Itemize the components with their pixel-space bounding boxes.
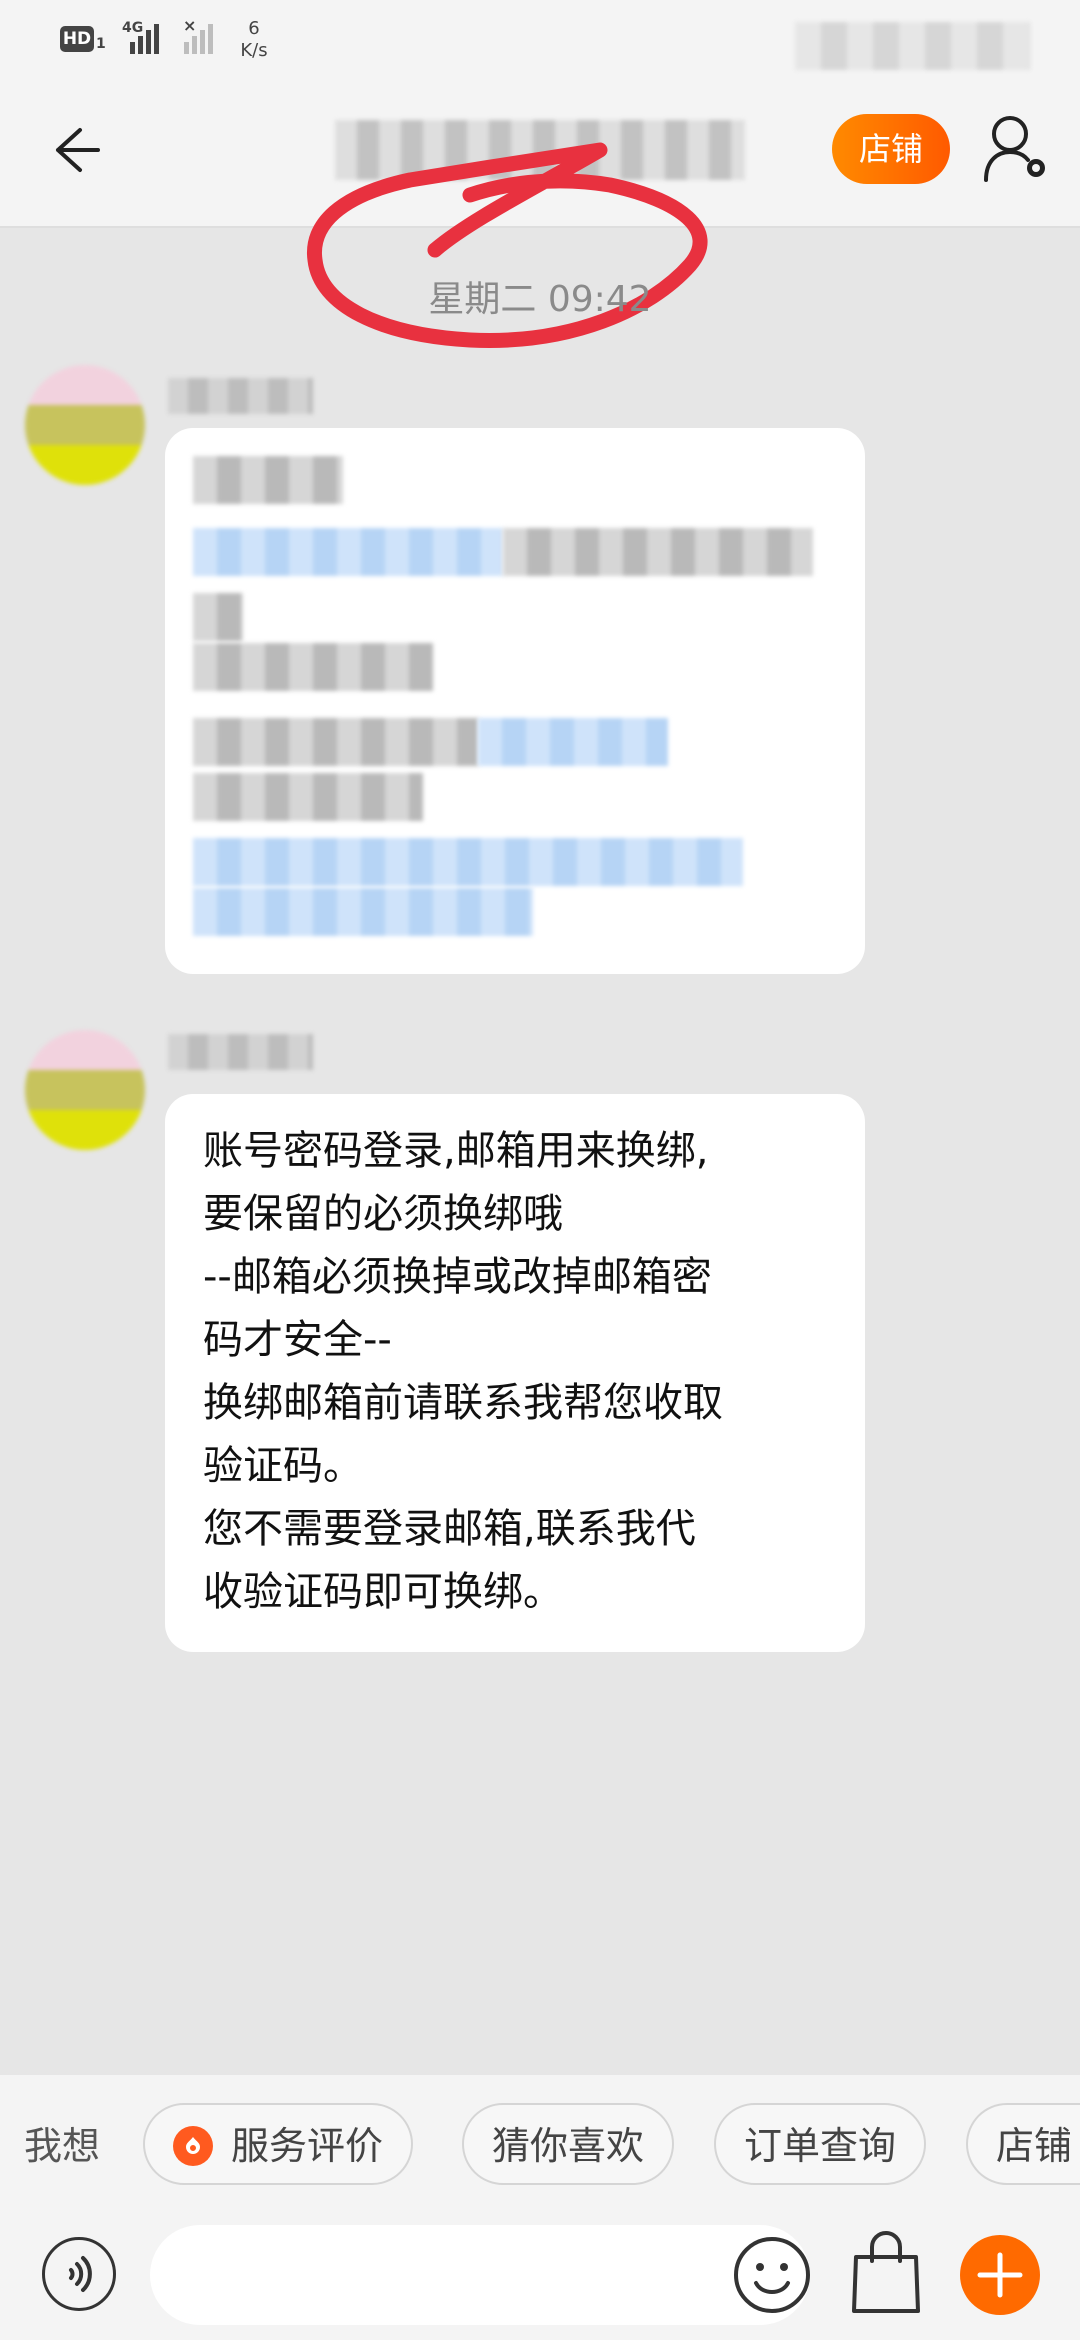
message-timestamp: 星期二 09:42 bbox=[428, 279, 652, 320]
blurred-link-line bbox=[478, 718, 668, 766]
signal-bars-icon bbox=[130, 22, 159, 54]
store-button[interactable]: 店铺 bbox=[832, 114, 950, 184]
network-speed: 6 K/s bbox=[236, 18, 272, 62]
chat-title-blurred bbox=[335, 120, 745, 180]
chip-label: 店铺 bbox=[996, 2124, 1073, 2168]
emoji-icon bbox=[734, 2237, 810, 2313]
blurred-text-line bbox=[193, 773, 423, 821]
blurred-text-line bbox=[193, 593, 243, 641]
chip-service-rating[interactable]: 服务评价 bbox=[143, 2103, 414, 2185]
more-actions-button[interactable] bbox=[960, 2235, 1040, 2315]
sender-name-blurred bbox=[168, 1034, 313, 1070]
status-bar: HD 1 4G × 6 K/s bbox=[0, 0, 1080, 90]
blurred-text-line bbox=[503, 528, 813, 576]
blurred-link-line bbox=[193, 838, 743, 886]
quick-action-bar: 我想 服务评价 猜你喜欢 订单查询 店铺 bbox=[0, 2075, 1080, 2215]
voice-icon bbox=[69, 2256, 92, 2292]
chip-label: 猜你喜欢 bbox=[492, 2124, 645, 2168]
user-settings-button[interactable] bbox=[980, 110, 1050, 184]
message-text: 账号密码登录,邮箱用来换绑, 要保留的必须换绑哦 --邮箱必须换掉或改掉邮箱密 … bbox=[203, 1128, 723, 1615]
message-input[interactable] bbox=[150, 2225, 810, 2325]
signal-bars-2-icon bbox=[184, 22, 213, 54]
blurred-text-line bbox=[193, 456, 343, 504]
chip-label: 服务评价 bbox=[231, 2124, 384, 2168]
input-bar bbox=[0, 2215, 1080, 2340]
voice-button[interactable] bbox=[42, 2237, 116, 2311]
speed-value: 6 bbox=[248, 18, 260, 39]
blurred-link-line bbox=[193, 888, 533, 936]
message-bubble[interactable]: 账号密码登录,邮箱用来换绑, 要保留的必须换绑哦 --邮箱必须换掉或改掉邮箱密 … bbox=[165, 1094, 865, 1652]
back-arrow-icon bbox=[56, 128, 100, 172]
shopping-bag-icon bbox=[852, 2231, 920, 2313]
chip-order-query[interactable]: 订单查询 bbox=[714, 2103, 927, 2185]
sender-name-blurred bbox=[168, 378, 313, 414]
speed-unit: K/s bbox=[240, 40, 268, 61]
message-bubble-blurred[interactable] bbox=[165, 428, 865, 974]
chip-guess-you-like[interactable]: 猜你喜欢 bbox=[462, 2103, 675, 2185]
emoji-button[interactable] bbox=[730, 2233, 814, 2317]
back-button[interactable] bbox=[40, 118, 104, 182]
blurred-text-line bbox=[193, 718, 478, 766]
quick-bar-prefix: 我想 bbox=[24, 2124, 101, 2168]
blurred-text-line bbox=[193, 643, 433, 691]
plus-icon bbox=[977, 2252, 1023, 2298]
chat-header: 店铺 bbox=[0, 90, 1080, 228]
hd-badge: HD bbox=[60, 26, 94, 52]
shopping-bag-button[interactable] bbox=[848, 2231, 924, 2317]
chip-label: 订单查询 bbox=[744, 2124, 897, 2168]
sender-avatar[interactable] bbox=[25, 365, 145, 485]
status-right-blurred bbox=[795, 22, 1030, 70]
blurred-link-line bbox=[193, 528, 503, 576]
sim-indicator: 1 bbox=[96, 36, 106, 52]
sender-avatar[interactable] bbox=[25, 1030, 145, 1150]
service-rating-icon bbox=[173, 2125, 213, 2166]
user-settings-icon bbox=[984, 116, 1045, 182]
chip-store[interactable]: 店铺 bbox=[966, 2103, 1080, 2185]
